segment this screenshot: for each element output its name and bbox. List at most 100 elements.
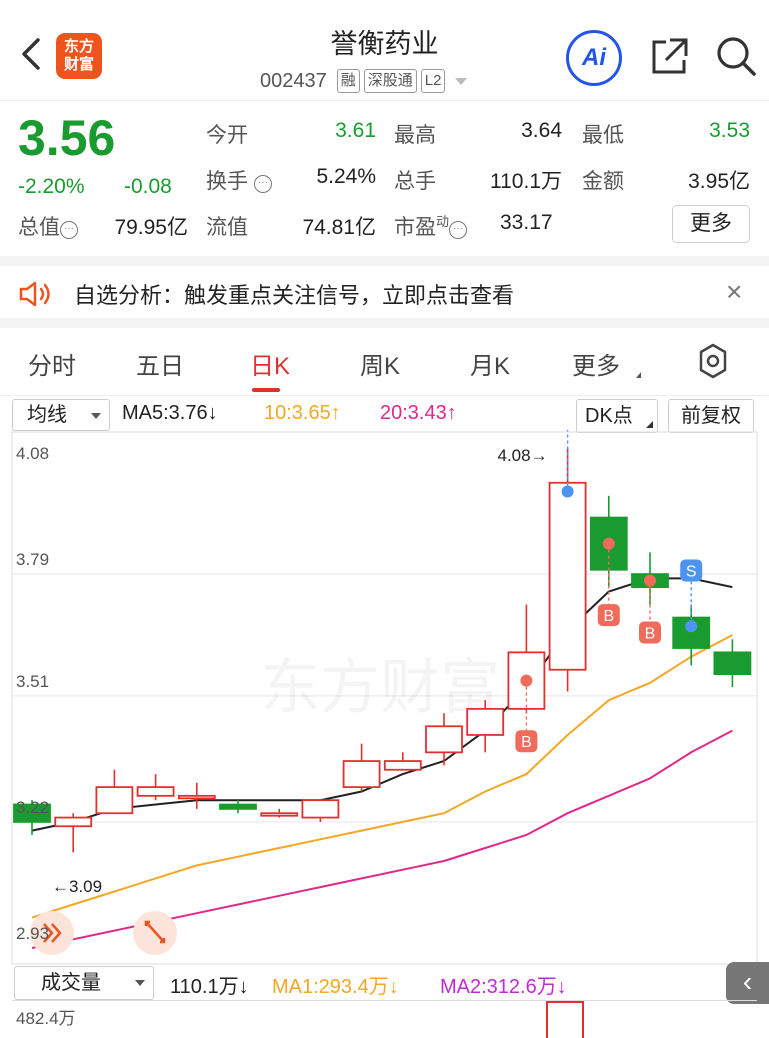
- chevron-down-icon[interactable]: [455, 77, 468, 85]
- main-indicator-select[interactable]: 均线: [12, 399, 110, 431]
- info-icon[interactable]: ···: [449, 221, 468, 239]
- dk-signal-button[interactable]: DK点: [576, 399, 658, 433]
- more-button[interactable]: 更多: [672, 205, 750, 243]
- float-label: 流值: [206, 216, 248, 239]
- expand-icon: [133, 911, 177, 955]
- low-value: 3.53: [709, 119, 750, 142]
- adjust-button[interactable]: 前复权: [668, 399, 754, 433]
- candle-body: [54, 816, 93, 828]
- open-label: 今开: [206, 124, 248, 147]
- candle: [219, 800, 257, 814]
- candle-body: [177, 794, 216, 800]
- mktcap-label: 总值 ···: [18, 211, 78, 241]
- share-icon[interactable]: [648, 36, 690, 78]
- margin-tag: 融: [336, 69, 360, 93]
- notice-banner[interactable]: 自选分析：触发重点关注信号，立即点击查看 ×: [0, 256, 769, 328]
- volume-chart: [12, 1000, 757, 1038]
- gear-icon[interactable]: [694, 342, 732, 380]
- volume-label: 总手: [394, 170, 436, 193]
- watermark: 东方财富: [260, 653, 500, 723]
- mktcap-value: 79.95亿: [114, 216, 188, 239]
- pe-value: 33.17: [500, 211, 553, 234]
- l2-tag: L2: [420, 69, 446, 93]
- corner-triangle-icon: [646, 421, 653, 428]
- ma10-readout: 10:3.65↑: [264, 402, 341, 424]
- turnover-label: 换手 ···: [206, 165, 272, 195]
- ma20-readout: 20:3.43↑: [380, 402, 457, 424]
- y-tick-label: 2.93: [16, 924, 50, 943]
- candle: [177, 782, 216, 809]
- signal-label: B: [603, 608, 614, 625]
- close-icon[interactable]: ×: [726, 276, 742, 308]
- tab-weekly-k[interactable]: 周K: [360, 346, 400, 381]
- main-indicator-label: 均线: [27, 404, 67, 426]
- candle: [54, 813, 93, 853]
- turnover-label-text: 换手: [206, 170, 248, 193]
- amount-label: 金额: [582, 170, 624, 193]
- ma20-line: [31, 729, 733, 949]
- speaker-icon: [19, 281, 50, 307]
- candle: [301, 799, 340, 822]
- amount-value: 3.95亿: [688, 170, 750, 193]
- change-value: -0.08: [124, 175, 172, 198]
- mktcap-label-text: 总值: [18, 216, 60, 239]
- volume-readout: 110.1万↓: [170, 976, 249, 998]
- stock-subtitle: 002437 融 深股通 L2: [260, 66, 468, 96]
- chevron-down-icon: [91, 413, 101, 419]
- tab-intraday[interactable]: 分时: [28, 346, 76, 381]
- min-price-label: ←3.09: [52, 877, 102, 896]
- kline-chart[interactable]: 东方财富 SBBBS 4.08→←3.09: [0, 430, 769, 965]
- candle-body: [383, 760, 422, 771]
- volume-select-label: 成交量: [41, 972, 101, 994]
- candle-body: [260, 812, 299, 817]
- candle: [507, 604, 546, 714]
- ma5-readout: MA5:3.76↓: [122, 402, 218, 424]
- pe-label: 市盈动 ···: [394, 211, 468, 241]
- candle-body: [136, 786, 175, 797]
- header: 东方 财富 誉衡药业 002437 融 深股通 L2 Ai: [0, 0, 769, 100]
- signal-dot: [520, 674, 533, 687]
- candle-body: [466, 707, 505, 736]
- tab-daily-k[interactable]: 日K: [250, 346, 290, 381]
- current-price: 3.56: [18, 110, 116, 166]
- volume-ma1-readout: MA1:293.4万↓: [272, 976, 399, 998]
- candle-body: [95, 786, 134, 815]
- candle-body: [219, 803, 257, 810]
- search-icon[interactable]: [714, 34, 758, 78]
- chevron-left-icon[interactable]: ‹: [726, 962, 769, 1004]
- high-label: 最高: [394, 124, 436, 147]
- open-value: 3.61: [335, 119, 376, 142]
- y-tick-label: 3.79: [16, 550, 50, 570]
- volume-ma2-readout: MA2:312.6万↓: [440, 976, 567, 998]
- volume-value: 110.1万: [490, 170, 562, 193]
- low-label: 最低: [582, 124, 624, 147]
- info-icon[interactable]: ···: [253, 175, 272, 193]
- y-tick-label: 3.51: [16, 671, 50, 691]
- active-tab-indicator: [252, 388, 280, 392]
- signal-dot: [561, 485, 574, 498]
- tab-monthly-k[interactable]: 月K: [470, 346, 510, 381]
- signal-label: S: [686, 564, 697, 581]
- tab-more[interactable]: 更多: [572, 346, 620, 381]
- candle-body: [342, 760, 381, 789]
- period-tabs: 分时 五日 日K 周K 月K 更多: [0, 328, 769, 396]
- more-caret-icon: [636, 372, 641, 378]
- candle-body: [548, 481, 587, 671]
- ai-button[interactable]: Ai: [566, 30, 622, 86]
- info-icon[interactable]: ···: [60, 221, 78, 239]
- candle-body: [713, 651, 752, 675]
- turnover-value: 5.24%: [316, 165, 376, 188]
- change-percent: -2.20%: [18, 175, 85, 198]
- candle: [260, 808, 299, 818]
- signal-dot: [685, 620, 698, 633]
- candle: [466, 700, 505, 753]
- tab-five-day[interactable]: 五日: [136, 346, 184, 381]
- max-price-label: 4.08→: [498, 446, 548, 465]
- candle-body: [301, 799, 340, 819]
- stock-code: 002437: [260, 69, 327, 92]
- high-value: 3.64: [521, 119, 562, 142]
- notice-text: 自选分析：触发重点关注信号，立即点击查看: [74, 283, 515, 308]
- volume-indicator-select[interactable]: 成交量: [14, 966, 154, 1000]
- float-value: 74.81亿: [302, 216, 376, 239]
- signal-label: B: [645, 626, 656, 643]
